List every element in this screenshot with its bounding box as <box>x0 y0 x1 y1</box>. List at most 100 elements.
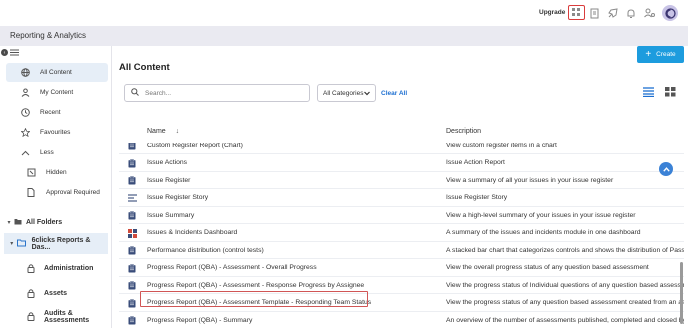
sidebar-item-recent[interactable]: Recent <box>6 103 108 122</box>
row-description: A stacked bar chart that categorizes con… <box>446 246 684 254</box>
table-row[interactable]: Issues & Incidents Dashboard A summary of… <box>119 225 684 242</box>
row-name[interactable]: Issues & Incidents Dashboard <box>147 229 237 236</box>
story-icon <box>128 193 137 203</box>
sidebar-item-label: Hidden <box>46 169 67 176</box>
report-clipboard-icon <box>128 246 137 255</box>
sidebar-item-label: Less <box>40 149 54 156</box>
sidebar: ‹ All Content My Content Recent Favourit… <box>0 46 112 328</box>
sidebar-item-hidden[interactable]: Hidden <box>6 163 108 182</box>
menu-icon[interactable] <box>10 49 19 58</box>
folder-label: Audits & Assessments <box>44 309 90 324</box>
row-name[interactable]: Progress Report (QBA) - Summary <box>147 317 252 324</box>
sidebar-item-all-content[interactable]: All Content <box>6 63 108 82</box>
row-description: An overview of the number of assessments… <box>446 316 684 324</box>
lock-icon <box>27 288 35 300</box>
approval-icon <box>24 188 38 197</box>
table-row[interactable]: Custom Register Report (Chart) View custo… <box>119 143 684 154</box>
row-description: Issue Action Report <box>446 159 505 166</box>
caret-down-icon: ▾ <box>7 220 11 226</box>
folder-label: 6clicks Reports & Das... <box>31 236 91 251</box>
row-name[interactable]: Progress Report (QBA) - Assessment - Res… <box>147 282 364 289</box>
document-icon[interactable] <box>588 6 602 20</box>
row-name[interactable]: Issue Actions <box>147 159 187 166</box>
search-box[interactable] <box>124 84 310 102</box>
apps-grid-icon[interactable] <box>568 5 585 20</box>
sidebar-item-label: Favourites <box>40 129 71 136</box>
report-clipboard-icon <box>128 281 137 290</box>
row-description: View custom register items in a chart <box>446 143 557 149</box>
row-description: View the progress status of Individual q… <box>446 281 684 289</box>
folder-icon <box>14 218 22 227</box>
create-label: Create <box>656 51 676 58</box>
row-name[interactable]: Issue Summary <box>147 212 194 219</box>
table-row[interactable]: Issue Register View a summary of all your… <box>119 172 684 189</box>
dashboard-icon <box>128 228 137 238</box>
user-settings-icon[interactable] <box>642 6 656 20</box>
avatar[interactable] <box>662 5 678 21</box>
row-name[interactable]: Performance distribution (control tests) <box>147 247 264 254</box>
folder-assets[interactable]: Assets <box>4 283 108 304</box>
report-clipboard-icon <box>128 143 137 150</box>
rocket-icon[interactable] <box>606 6 620 20</box>
person-icon <box>18 88 32 97</box>
table-row[interactable]: Issue Actions Issue Action Report <box>119 155 684 172</box>
upgrade-link[interactable]: Upgrade <box>539 9 565 16</box>
sidebar-item-label: All Content <box>40 69 72 76</box>
page-title: All Content <box>119 62 170 73</box>
search-input[interactable] <box>145 89 295 97</box>
arrow-down-icon: ↓ <box>175 128 180 135</box>
category-select[interactable]: All Categories <box>317 84 376 102</box>
star-icon <box>18 128 32 137</box>
column-header-name[interactable]: Name ↓ <box>147 128 179 135</box>
table-row[interactable]: Performance distribution (control tests)… <box>119 242 684 259</box>
row-name[interactable]: Issue Register Story <box>147 194 208 201</box>
row-name[interactable]: Custom Register Report (Chart) <box>147 143 243 149</box>
sidebar-item-label: My Content <box>40 89 74 96</box>
all-folders-toggle[interactable]: ▾ All Folders <box>4 212 108 233</box>
folder-label: Assets <box>44 290 67 297</box>
page-section-title: Reporting & Analytics <box>10 31 87 40</box>
clear-all-link[interactable]: Clear All <box>381 90 407 97</box>
category-value: All Categories <box>323 89 364 97</box>
row-name[interactable]: Issue Register <box>147 177 190 184</box>
row-description: View the overall progress status of any … <box>446 264 649 271</box>
table-row[interactable]: Progress Report (QBA) - Summary An overvi… <box>119 312 684 328</box>
row-description: View a summary of all your issues in you… <box>446 176 614 184</box>
table-row[interactable]: Progress Report (QBA) - Assessment - Ove… <box>119 260 684 277</box>
table-row[interactable]: Issue Summary View a high-level summary o… <box>119 207 684 224</box>
sidebar-item-less[interactable]: Less <box>6 143 108 162</box>
bell-icon[interactable] <box>624 6 638 20</box>
folder-audits-assessments[interactable]: Audits & Assessments <box>4 306 108 327</box>
sidebar-item-my-content[interactable]: My Content <box>6 83 108 102</box>
sidebar-item-label: Approval Required <box>46 189 100 196</box>
column-header-description: Description <box>446 128 482 135</box>
folder-administration[interactable]: Administration <box>4 258 108 279</box>
chevron-down-icon <box>363 89 371 99</box>
grid-view-icon[interactable] <box>665 87 677 99</box>
row-description: View a high-level summary of your issues… <box>446 211 636 219</box>
create-button[interactable]: + Create <box>637 46 684 63</box>
plus-icon: + <box>645 48 652 60</box>
folder-open-icon <box>16 239 27 249</box>
row-name[interactable]: Progress Report (QBA) - Assessment - Ove… <box>147 264 317 271</box>
row-description: View the progress status of any question… <box>446 299 684 306</box>
all-folders-label: All Folders <box>26 219 63 226</box>
row-description: A summary of the issues and incidents mo… <box>446 229 641 236</box>
lock-icon <box>27 263 35 275</box>
table-row[interactable]: Issue Register Story Issue Register Story <box>119 190 684 207</box>
report-clipboard-icon <box>128 158 137 168</box>
sidebar-item-favourites[interactable]: Favourites <box>6 123 108 142</box>
report-clipboard-icon <box>128 263 137 273</box>
report-clipboard-icon <box>128 298 137 308</box>
sidebar-item-approval-required[interactable]: Approval Required <box>6 183 108 202</box>
column-name-label: Name <box>147 128 166 135</box>
scroll-to-top-button[interactable] <box>659 162 673 176</box>
list-view-icon[interactable] <box>643 87 655 99</box>
top-bar: Upgrade <box>0 0 688 26</box>
folder-6clicks-reports[interactable]: ▾ 6clicks Reports & Das... <box>4 233 108 254</box>
scrollbar[interactable] <box>680 262 683 324</box>
folder-label: Administration <box>44 265 94 272</box>
collapse-sidebar-icon[interactable]: ‹ <box>1 49 8 56</box>
highlight-annotation <box>140 291 368 307</box>
row-description: Issue Register Story <box>446 194 508 201</box>
